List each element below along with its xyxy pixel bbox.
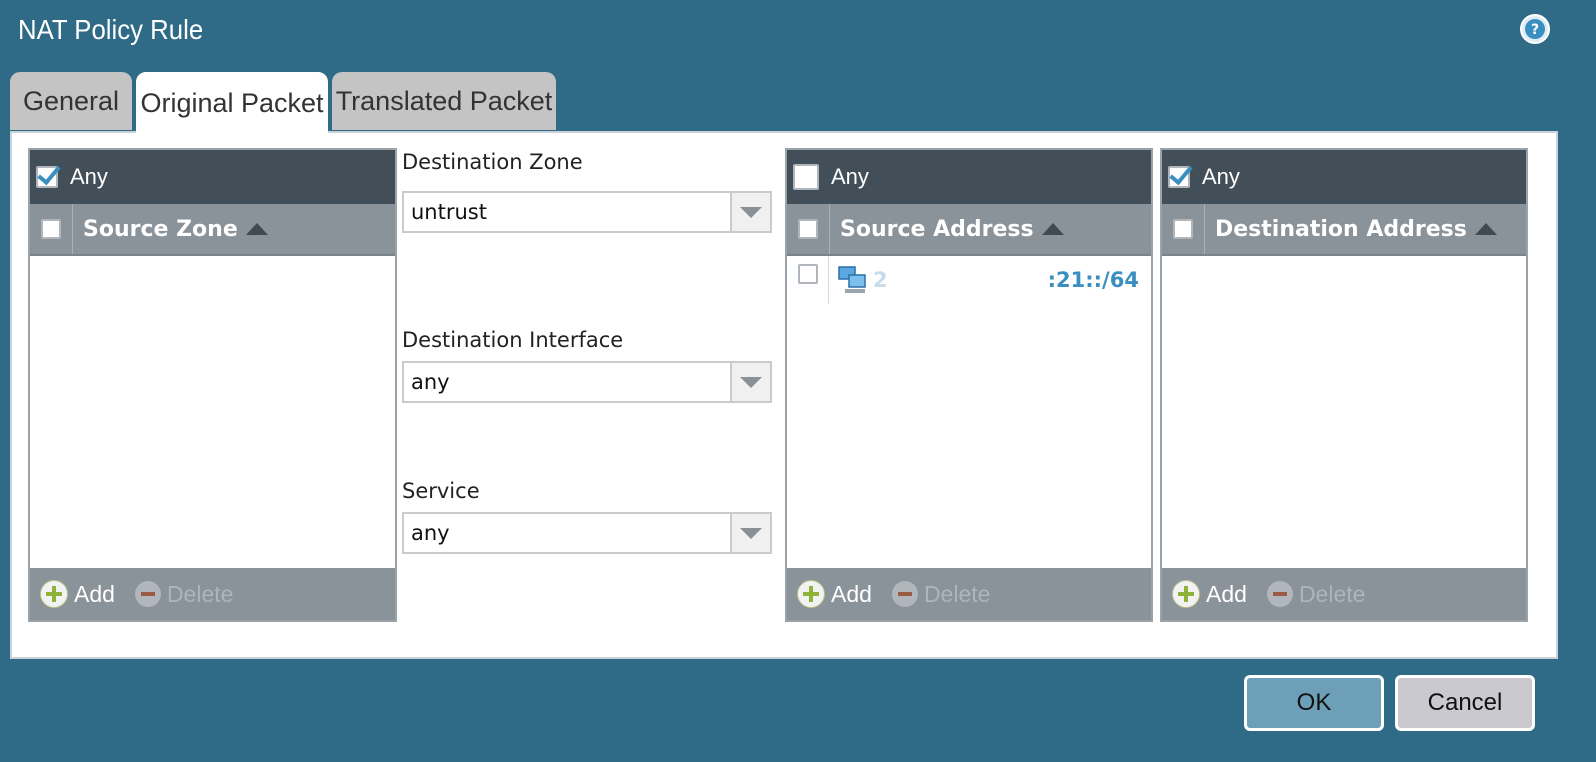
source-address-list: 2 :21::/64 [787, 256, 1151, 570]
source-zone-select-all-checkbox[interactable] [41, 219, 61, 239]
delete-label: Delete [923, 580, 991, 607]
minus-icon [891, 581, 918, 607]
dialog-title: NAT Policy Rule [18, 14, 204, 45]
source-zone-any-row: Any [30, 150, 395, 204]
source-address-entry[interactable]: 2 :21::/64 [837, 256, 1139, 304]
source-zone-add-button[interactable]: Add [40, 580, 115, 608]
delete-label: Delete [1298, 580, 1366, 607]
destination-interface-label: Destination Interface [402, 328, 624, 352]
add-label: Add [74, 580, 115, 607]
destination-zone-dropdown-button[interactable] [730, 193, 770, 231]
source-address-column-header[interactable]: Source Address [787, 204, 1151, 256]
service-dropdown-button[interactable] [730, 514, 770, 552]
destination-address-panel: Any Destination Address Add Delete [1160, 148, 1528, 622]
destination-address-select-all-checkbox[interactable] [1173, 219, 1193, 239]
source-address-toolbar: Add Delete [787, 568, 1151, 620]
cancel-button[interactable]: Cancel [1395, 675, 1535, 731]
plus-icon [40, 580, 68, 608]
source-address-column-label: Source Address [840, 216, 1034, 242]
chevron-down-icon [740, 376, 762, 388]
help-icon[interactable]: ? [1520, 14, 1550, 44]
destination-interface-select[interactable]: any [402, 361, 772, 403]
network-address-icon [838, 266, 866, 293]
source-zone-list [30, 256, 395, 570]
source-address-panel: Any Source Address 2 :21::/64 Add Delete [785, 148, 1153, 622]
plus-icon [797, 580, 825, 608]
destination-address-add-button[interactable]: Add [1172, 580, 1247, 608]
destination-address-delete-button[interactable]: Delete [1266, 580, 1366, 608]
sort-ascending-icon[interactable] [1474, 223, 1497, 235]
source-zone-column-header[interactable]: Source Zone [30, 204, 395, 256]
row-checkbox[interactable] [797, 264, 818, 284]
destination-interface-dropdown-button[interactable] [730, 363, 770, 401]
sort-ascending-icon[interactable] [245, 223, 268, 235]
ok-button[interactable]: OK [1244, 675, 1384, 731]
destination-address-any-label: Any [1202, 164, 1240, 189]
plus-icon [1172, 580, 1200, 608]
source-address-any-label: Any [831, 164, 869, 189]
destination-address-list [1162, 256, 1526, 570]
source-address-any-row: Any [787, 150, 1151, 204]
tab-translated-packet[interactable]: Translated Packet [332, 72, 556, 130]
source-address-any-checkbox[interactable] [793, 164, 819, 190]
source-zone-delete-button[interactable]: Delete [134, 580, 234, 608]
source-address-select-all-checkbox[interactable] [798, 219, 818, 239]
destination-address-column-header[interactable]: Destination Address [1162, 204, 1526, 256]
table-row[interactable]: 2 :21::/64 [787, 256, 1147, 304]
tab-general[interactable]: General [10, 72, 132, 130]
minus-icon [134, 581, 161, 607]
source-zone-toolbar: Add Delete [30, 568, 395, 620]
destination-zone-value: untrust [411, 200, 487, 224]
source-zone-any-checkbox[interactable] [36, 166, 58, 188]
add-label: Add [1206, 580, 1247, 607]
destination-zone-label: Destination Zone [402, 150, 583, 174]
service-label: Service [402, 479, 480, 503]
add-label: Add [831, 580, 872, 607]
service-value: any [411, 521, 450, 545]
source-address-add-button[interactable]: Add [797, 580, 872, 608]
destination-address-any-checkbox[interactable] [1168, 166, 1190, 188]
delete-label: Delete [166, 580, 234, 607]
redacted-region [891, 256, 1048, 304]
destination-address-any-row: Any [1162, 150, 1526, 204]
source-zone-any-label: Any [70, 164, 108, 189]
sort-ascending-icon[interactable] [1041, 223, 1064, 235]
destination-address-toolbar: Add Delete [1162, 568, 1526, 620]
source-zone-column-label: Source Zone [83, 216, 238, 242]
minus-icon [1266, 581, 1293, 607]
tab-original-packet[interactable]: Original Packet [136, 72, 328, 134]
destination-address-column-label: Destination Address [1215, 216, 1467, 242]
svg-text:?: ? [1531, 22, 1539, 38]
service-select[interactable]: any [402, 512, 772, 554]
address-suffix: :21::/64 [1047, 268, 1139, 292]
destination-zone-select[interactable]: untrust [402, 191, 772, 233]
chevron-down-icon [740, 527, 762, 539]
chevron-down-icon [740, 206, 762, 218]
destination-interface-value: any [411, 370, 450, 394]
source-address-delete-button[interactable]: Delete [891, 580, 991, 608]
source-zone-panel: Any Source Zone Add Delete [28, 148, 397, 622]
address-prefix: 2 [873, 268, 888, 292]
